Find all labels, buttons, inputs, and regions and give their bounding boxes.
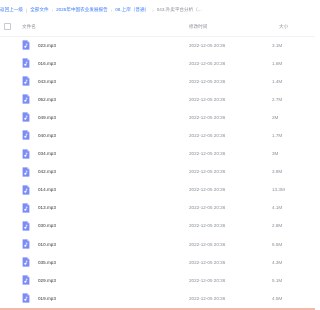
table-row[interactable]: 013.mp3 2022-12-05 20:36 4.1M [0, 199, 315, 217]
audio-file-icon [22, 94, 30, 104]
breadcrumb-separator: › [51, 7, 54, 13]
file-modified-date: 2022-12-05 20:36 [189, 187, 226, 193]
breadcrumb: 返回上一级 | 全部文件 › 2025年中国农业发展报告 › 08.上岸（普通）… [0, 4, 202, 16]
audio-file-icon [22, 130, 30, 141]
table-header: 文件名 修改时间 大小 [0, 17, 315, 37]
audio-file-icon [22, 203, 30, 213]
select-all-checkbox[interactable] [4, 23, 11, 30]
table-row[interactable]: 016.mp3 2022-12-05 20:36 1.6M [0, 54, 315, 72]
breadcrumb-separator: | [25, 7, 28, 13]
audio-file-icon [22, 293, 30, 303]
file-size: 3M [272, 151, 279, 157]
file-name[interactable]: 023.mp3 [38, 43, 56, 48]
table-row[interactable]: 052.mp3 2022-12-05 20:36 2.7M [0, 90, 315, 108]
file-size: 4.3M [272, 259, 283, 265]
file-size: 3.1M [272, 42, 283, 48]
file-modified-date: 2022-12-05 20:36 [189, 151, 226, 157]
breadcrumb-folder-2[interactable]: 08.上岸（普通） [115, 7, 149, 13]
file-name[interactable]: 034.mp3 [38, 151, 56, 156]
table-row[interactable]: 042.mp3 2022-12-05 20:36 3.8M [0, 163, 315, 181]
file-size: 1.4M [272, 78, 283, 84]
file-name[interactable]: 043.mp3 [38, 79, 56, 84]
audio-file-icon [22, 40, 30, 50]
breadcrumb-current: 043.外卖平台分析（... [156, 7, 202, 12]
file-modified-date: 2022-12-05 20:36 [189, 114, 226, 120]
breadcrumb-all-files[interactable]: 全部文件 [30, 7, 48, 13]
audio-file-icon [22, 76, 30, 86]
file-size: 2.7M [272, 96, 283, 102]
table-row[interactable]: 049.mp3 2022-12-05 20:36 2M [0, 108, 315, 126]
table-row[interactable]: 010.mp3 2022-12-05 20:36 6.5M [0, 235, 315, 253]
file-size: 4.5M [272, 295, 283, 301]
file-name[interactable]: 029.mp3 [38, 278, 56, 283]
file-size: 13.3M [272, 187, 285, 193]
table-row[interactable]: 030.mp3 2022-12-05 20:36 2.8M [0, 217, 315, 235]
file-modified-date: 2022-12-05 20:36 [189, 259, 226, 265]
file-modified-date: 2022-12-05 20:36 [189, 241, 226, 247]
file-modified-date: 2022-12-05 20:36 [189, 42, 226, 48]
file-name[interactable]: 042.mp3 [38, 169, 56, 174]
file-name[interactable]: 010.mp3 [38, 242, 56, 247]
column-header-size[interactable]: 大小 [279, 24, 288, 30]
audio-file-icon [22, 257, 30, 267]
table-row[interactable]: 014.mp3 2022-12-05 20:36 13.3M [0, 181, 315, 199]
file-modified-date: 2022-12-05 20:36 [189, 295, 226, 301]
breadcrumb-separator: › [110, 7, 113, 13]
file-name[interactable]: 049.mp3 [38, 115, 56, 120]
file-modified-date: 2022-12-05 20:36 [189, 169, 226, 175]
file-size: 2.8M [272, 223, 283, 229]
file-modified-date: 2022-12-05 20:36 [189, 96, 226, 102]
audio-file-icon [22, 112, 30, 122]
file-name[interactable]: 040.mp3 [38, 133, 56, 138]
table-row[interactable]: 029.mp3 2022-12-05 20:36 5.1M [0, 271, 315, 289]
file-modified-date: 2022-12-05 20:36 [189, 78, 226, 84]
audio-file-icon [22, 148, 30, 159]
audio-file-icon [22, 239, 30, 249]
breadcrumb-back[interactable]: 返回上一级 [0, 7, 23, 13]
column-header-date[interactable]: 修改时间 [189, 24, 207, 30]
table-row[interactable]: 023.mp3 2022-12-05 20:36 3.1M [0, 36, 315, 54]
file-modified-date: 2022-12-05 20:36 [189, 205, 226, 211]
table-row[interactable]: 019.mp3 2022-12-05 20:36 4.5M [0, 289, 315, 307]
file-modified-date: 2022-12-05 20:36 [189, 60, 226, 66]
column-header-name[interactable]: 文件名 [22, 24, 36, 30]
file-modified-date: 2022-12-05 20:36 [189, 133, 226, 139]
file-size: 1.7M [272, 133, 283, 139]
file-name[interactable]: 035.mp3 [38, 260, 56, 265]
file-name[interactable]: 014.mp3 [38, 187, 56, 192]
file-size: 5.1M [272, 277, 283, 283]
file-modified-date: 2022-12-05 20:36 [189, 277, 226, 283]
file-size: 2M [272, 114, 279, 120]
file-name[interactable]: 030.mp3 [38, 223, 56, 228]
audio-file-icon [22, 167, 30, 177]
file-size: 6.5M [272, 241, 283, 247]
file-name[interactable]: 013.mp3 [38, 205, 56, 210]
audio-file-icon [22, 58, 30, 68]
breadcrumb-folder-1[interactable]: 2025年中国农业发展报告 [56, 7, 108, 13]
file-modified-date: 2022-12-05 20:36 [189, 223, 226, 229]
breadcrumb-separator: › [152, 7, 154, 13]
file-size: 3.8M [272, 169, 283, 175]
table-row[interactable]: 043.mp3 2022-12-05 20:36 1.4M [0, 72, 315, 90]
file-name[interactable]: 052.mp3 [38, 97, 56, 102]
audio-file-icon [22, 221, 30, 231]
table-row[interactable]: 034.mp3 2022-12-05 20:36 3M [0, 145, 315, 163]
file-list: 023.mp3 2022-12-05 20:36 3.1M 016.mp3 2022-1… [0, 36, 315, 307]
table-row[interactable]: 040.mp3 2022-12-05 20:36 1.7M [0, 126, 315, 144]
table-row[interactable]: 035.mp3 2022-12-05 20:36 4.3M [0, 253, 315, 271]
file-size: 4.1M [272, 205, 283, 211]
file-name[interactable]: 016.mp3 [38, 61, 56, 66]
audio-file-icon [22, 185, 30, 195]
file-size: 1.6M [272, 60, 283, 66]
audio-file-icon [22, 275, 30, 285]
file-name[interactable]: 019.mp3 [38, 296, 56, 301]
